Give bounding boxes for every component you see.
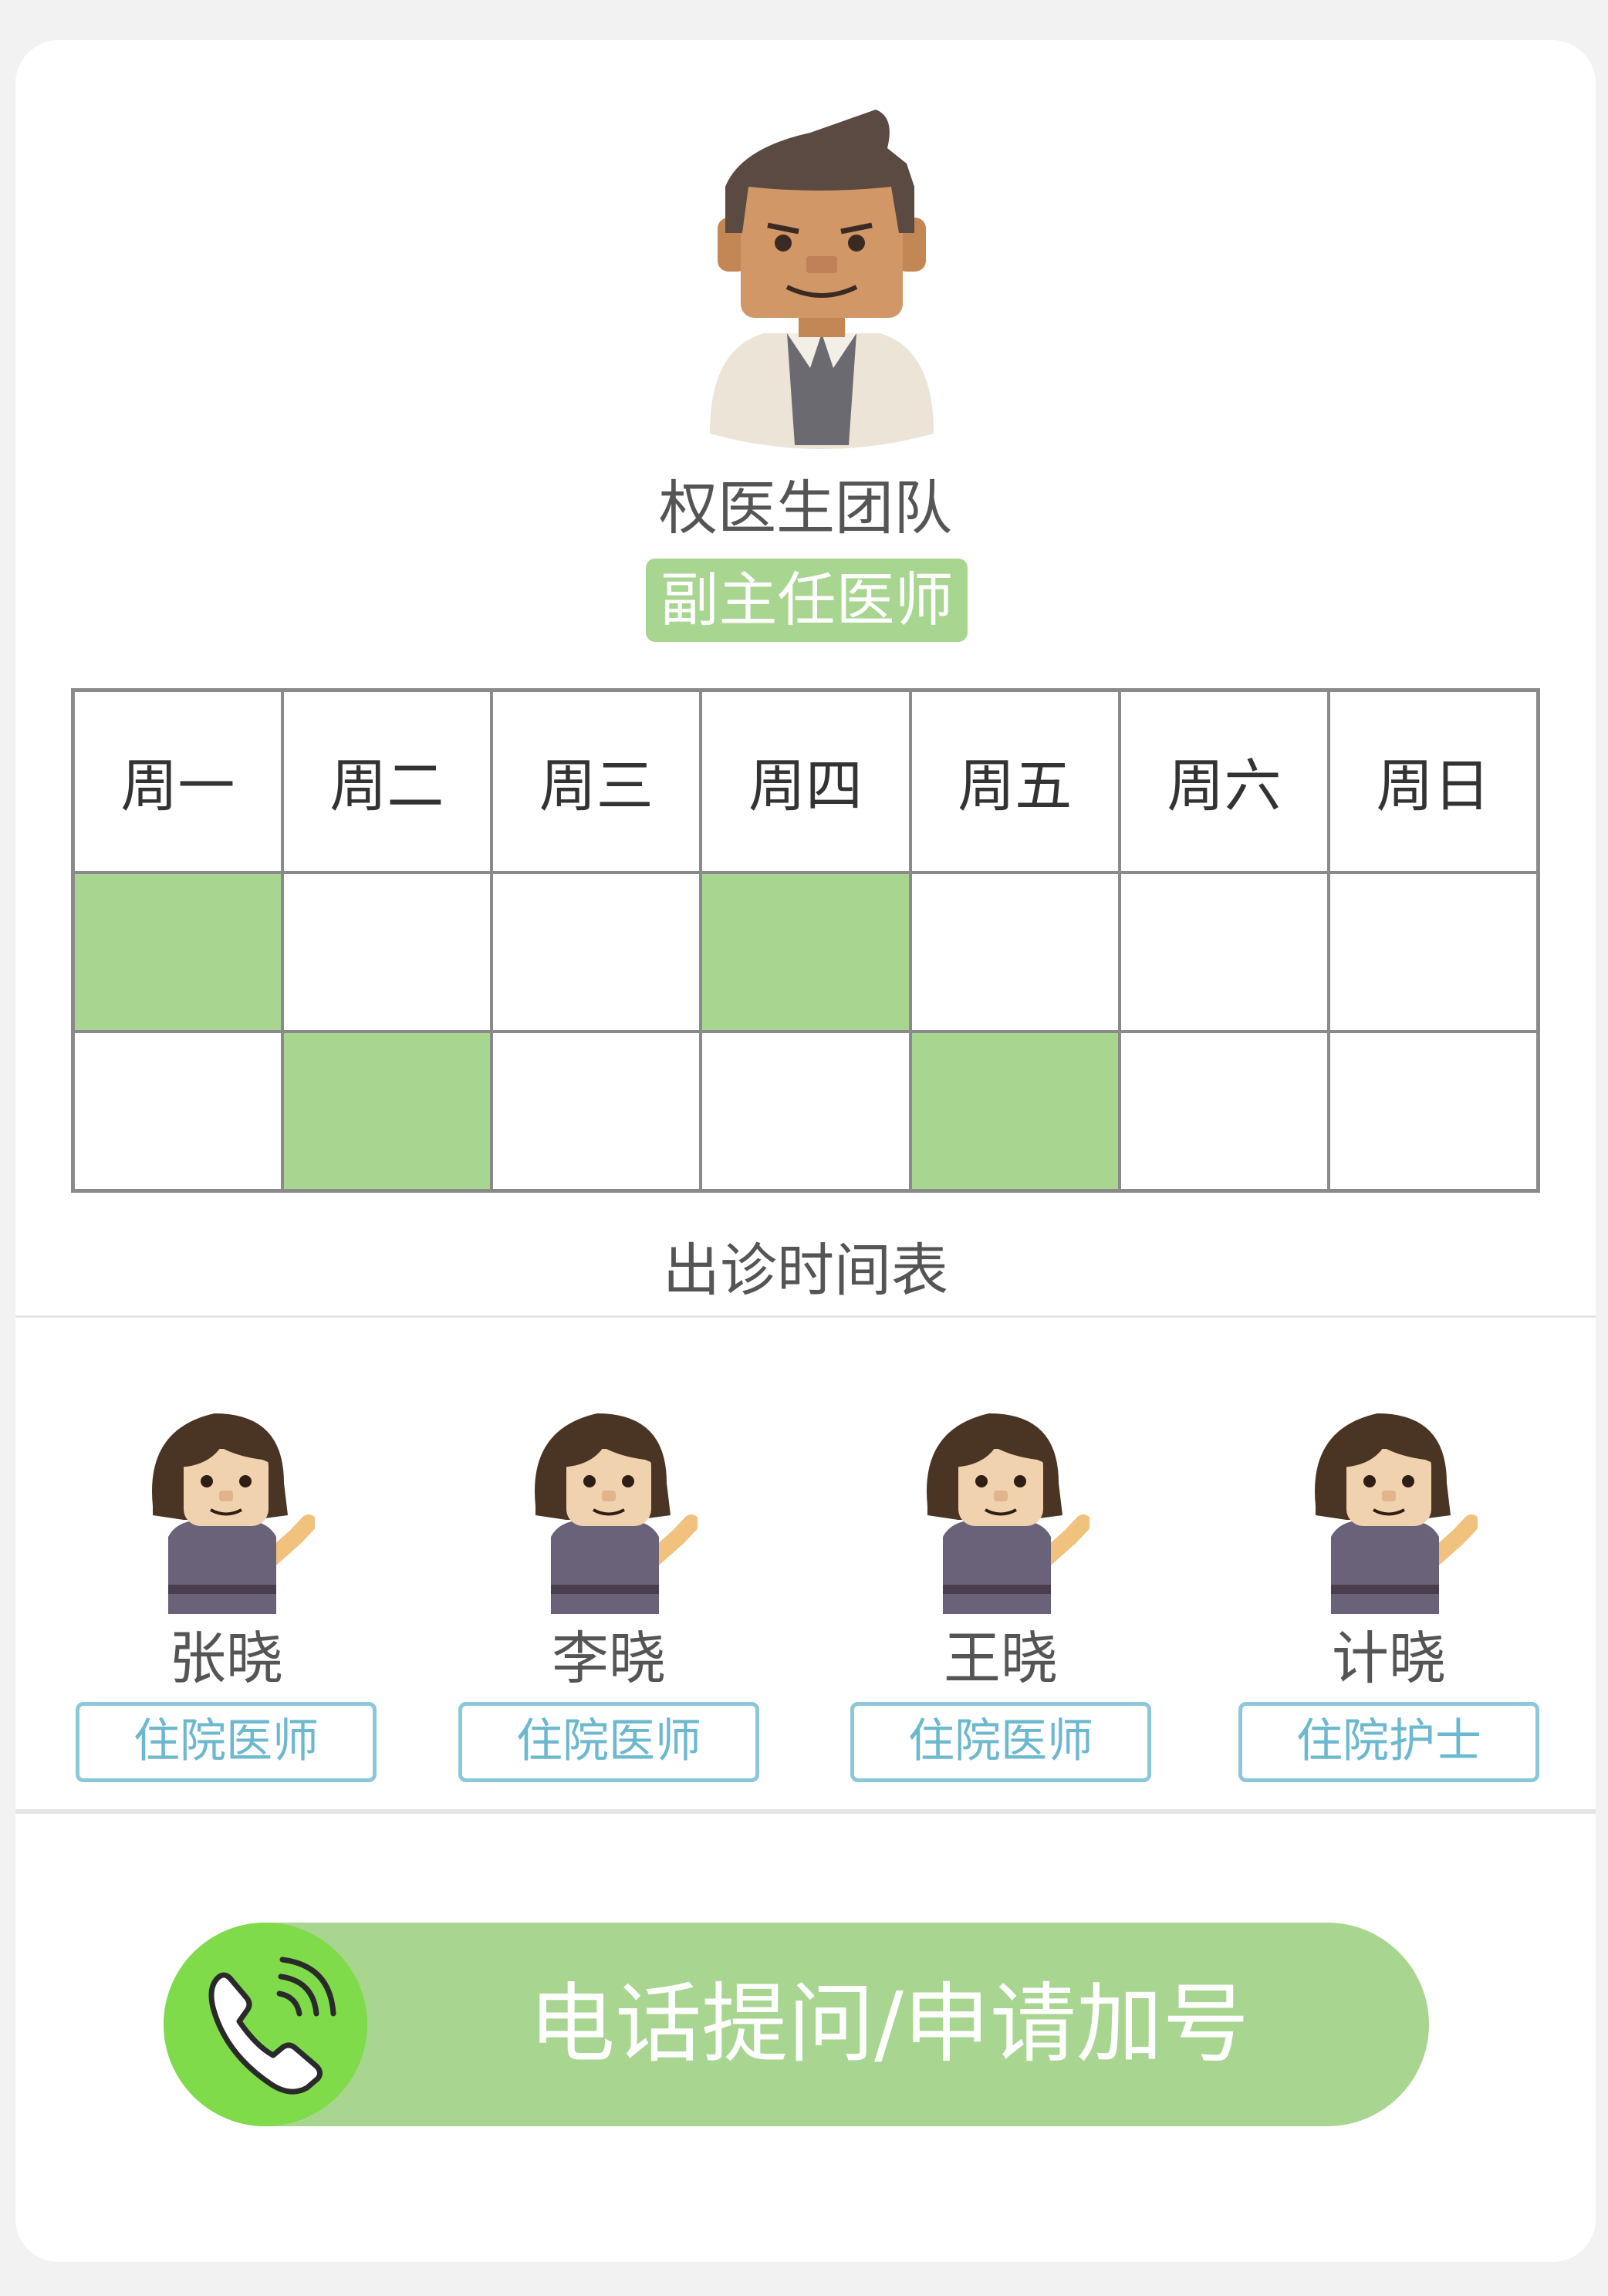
schedule-day-header: 周日 <box>1327 688 1540 874</box>
team-member-name: 王晓 <box>944 1626 1058 1692</box>
schedule-slot-empty <box>908 870 1121 1033</box>
female-doctor-avatar-icon <box>130 1383 315 1614</box>
schedule-slot-empty <box>1117 870 1331 1033</box>
schedule-row <box>71 1030 1540 1193</box>
doctor-name: 权医生团队 <box>659 474 952 542</box>
schedule-slot-empty <box>699 1030 912 1193</box>
schedule-table: 周一 周二 周三 周四 周五 周六 周日 <box>71 688 1540 1193</box>
schedule-slot-empty <box>490 870 703 1033</box>
schedule-slot-empty <box>1117 1030 1331 1193</box>
schedule-slot-empty <box>71 1030 284 1193</box>
team-member-role-badge: 住院护士 <box>1238 1702 1539 1782</box>
phone-icon-circle <box>164 1923 367 2126</box>
team-member[interactable]: 计晓 住院护士 <box>1238 1383 1539 1815</box>
schedule-slot-empty <box>490 1030 703 1193</box>
schedule-day-header: 周五 <box>908 688 1121 874</box>
schedule-day-header: 周二 <box>280 688 494 874</box>
doctor-card: 权医生团队 副主任医师 周一 周二 周三 周四 周五 周六 周日 出诊时间表 张… <box>15 40 1596 2262</box>
call-button-label: 电话提问/申请加号 <box>529 1974 1249 2075</box>
team-member-name: 计晓 <box>1332 1626 1446 1692</box>
male-doctor-avatar-icon <box>710 110 934 449</box>
team-member[interactable]: 张晓 住院医师 <box>76 1383 377 1815</box>
schedule-slot-active <box>908 1030 1121 1193</box>
schedule-day-header: 周三 <box>490 688 703 874</box>
schedule-slot-active <box>71 870 284 1033</box>
schedule-day-header: 周四 <box>699 688 912 874</box>
female-doctor-avatar-icon <box>512 1383 698 1614</box>
team-member[interactable]: 李晓 住院医师 <box>458 1383 759 1815</box>
phone-icon <box>208 1957 336 2095</box>
team-member[interactable]: 王晓 住院医师 <box>850 1383 1151 1815</box>
schedule-slot-empty <box>280 870 494 1033</box>
team-member-name: 李晓 <box>552 1626 666 1692</box>
schedule-caption: 出诊时间表 <box>663 1237 948 1304</box>
schedule-slot-active <box>699 870 912 1033</box>
schedule-day-header: 周六 <box>1117 688 1331 874</box>
team-member-role-badge: 住院医师 <box>76 1702 377 1782</box>
section-divider <box>15 1315 1596 1318</box>
schedule-slot-empty <box>1327 870 1540 1033</box>
female-nurse-avatar-icon <box>1292 1383 1478 1614</box>
schedule-row <box>71 870 1540 1033</box>
call-apply-button[interactable]: 电话提问/申请加号 <box>164 1923 1429 2126</box>
team-member-role-badge: 住院医师 <box>458 1702 759 1782</box>
team-member-role-badge: 住院医师 <box>850 1702 1151 1782</box>
female-doctor-avatar-icon <box>904 1383 1089 1614</box>
schedule-slot-empty <box>1327 1030 1540 1193</box>
schedule-slot-active <box>280 1030 494 1193</box>
section-divider <box>15 1809 1596 1814</box>
team-member-name: 张晓 <box>169 1626 283 1692</box>
schedule-day-header: 周一 <box>71 688 284 874</box>
schedule-header-row: 周一 周二 周三 周四 周五 周六 周日 <box>71 688 1540 874</box>
doctor-title-badge: 副主任医师 <box>646 559 968 642</box>
